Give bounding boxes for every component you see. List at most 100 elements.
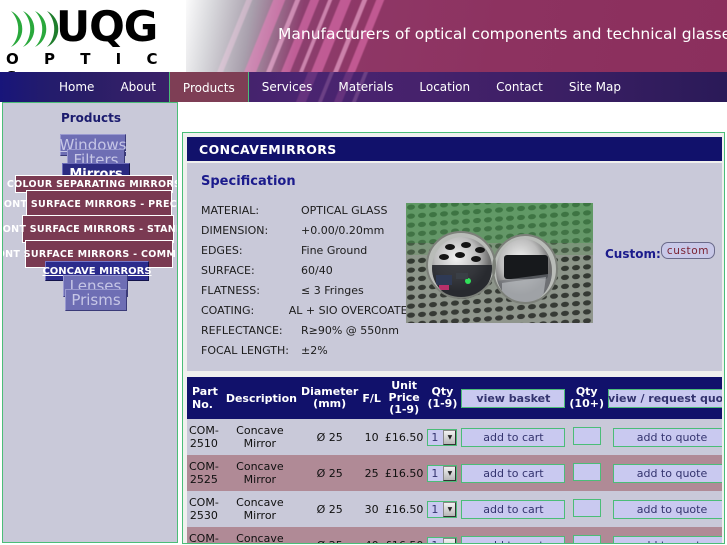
col-unit-price: Unit Price (1-9) (382, 377, 426, 419)
qty-value: 1 (431, 430, 439, 444)
nav-item-location[interactable]: Location (406, 72, 483, 102)
col-unit-price-line1: Unit Price (388, 379, 420, 404)
cell-add-to-cart: add to cart (459, 419, 568, 455)
cell-diameter: Ø 25 (298, 419, 361, 455)
cell-part-no: COM- 2510 (187, 419, 221, 455)
main-content: CONCAVEMIRRORS Specification MATERIAL: O… (182, 132, 725, 544)
cell-fl: 25 (360, 455, 383, 491)
cell-qty-bulk (567, 419, 606, 455)
nav-item-products[interactable]: Products (168, 72, 249, 102)
add-to-quote-button[interactable]: add to quote (613, 535, 722, 543)
spec-key: FOCAL LENGTH: (201, 343, 289, 357)
cell-qty-bulk (567, 455, 606, 491)
specification-heading: Specification (201, 174, 296, 189)
spec-value: R≥90% @ 550nm (301, 323, 399, 337)
table-row: COM- 2540 Concave Mirror Ø 25 40 £16.50 … (187, 527, 722, 543)
add-to-cart-button[interactable]: add to cart (461, 499, 566, 519)
spec-key: REFLECTANCE: (201, 323, 283, 337)
cell-qty-select: 1 ▼ (425, 419, 460, 455)
logo-subtext: O P T I C S (6, 50, 168, 72)
products-sidebar: Products Windows Filters Mirrors COLOUR … (2, 102, 178, 543)
qty-dropdown[interactable]: 1 ▼ (427, 500, 458, 518)
spec-value: ≤ 3 Fringes (301, 283, 364, 297)
cell-diameter: Ø 25 (298, 491, 361, 527)
cell-qty-bulk (567, 491, 606, 527)
add-to-cart-button[interactable]: add to cart (461, 535, 566, 543)
cell-unit-price: £16.50 (382, 491, 426, 527)
nav-item-about[interactable]: About (107, 72, 168, 102)
qty-dropdown[interactable]: 1 ▼ (427, 536, 458, 544)
nav-item-home[interactable]: Home (46, 72, 107, 102)
cell-add-to-cart: add to cart (459, 491, 568, 527)
qty-value: 1 (431, 539, 438, 544)
nav-item-contact[interactable]: Contact (483, 72, 556, 102)
nav-item-sitemap[interactable]: Site Map (556, 72, 634, 102)
chevron-down-icon[interactable]: ▼ (443, 429, 457, 445)
add-to-quote-button[interactable]: add to quote (613, 427, 722, 447)
table-header-row: Part No. Description Diameter (mm) F/L U… (187, 377, 722, 419)
table-row: COM- 2530 Concave Mirror Ø 25 30 £16.50 … (187, 491, 722, 527)
spec-value: +0.00/0.20mm (301, 223, 385, 237)
col-qty-small-line2: (1-9) (427, 397, 458, 410)
add-to-quote-button[interactable]: add to quote (613, 499, 722, 519)
view-request-quote-button[interactable]: view / request quote (608, 388, 722, 408)
qty-dropdown[interactable]: 1 ▼ (427, 464, 458, 482)
cell-part-no: COM- 2530 (187, 491, 221, 527)
table-row: COM- 2510 Concave Mirror Ø 25 10 £16.50 … (187, 419, 722, 455)
chevron-down-icon[interactable]: ▼ (443, 537, 457, 543)
cell-qty-select: 1 ▼ (425, 491, 460, 527)
spec-key: DIMENSION: (201, 223, 269, 237)
spec-key: EDGES: (201, 243, 243, 257)
custom-button[interactable]: custom (661, 242, 715, 259)
page-title: CONCAVEMIRRORS (187, 137, 722, 161)
qty-bulk-input[interactable] (572, 534, 601, 543)
custom-label: Custom: (605, 247, 661, 261)
spec-key: MATERIAL: (201, 203, 260, 217)
spec-row: SURFACE: 60/40 (201, 260, 416, 280)
cell-diameter: Ø 25 (298, 527, 361, 543)
cell-add-to-quote: add to quote (606, 491, 722, 527)
col-qty-bulk-line2: (10+) (569, 397, 604, 410)
table-row: COM- 2525 Concave Mirror Ø 25 25 £16.50 … (187, 455, 722, 491)
cell-description: Concave Mirror (220, 419, 299, 455)
cell-add-to-cart: add to cart (459, 455, 568, 491)
qty-dropdown[interactable]: 1 ▼ (427, 428, 458, 446)
site-logo[interactable]: UQG O P T I C S (0, 0, 186, 72)
spec-row: COATING: AL + SIO OVERCOATED (201, 300, 416, 320)
sidebar-item-prisms[interactable]: Prisms (65, 289, 127, 311)
spec-row: EDGES: Fine Ground (201, 240, 416, 260)
site-banner: UQG O P T I C S Manufacturers of optical… (0, 0, 727, 72)
cell-part-no: COM- 2525 (187, 455, 221, 491)
qty-value: 1 (431, 502, 439, 516)
spec-row: MATERIAL: OPTICAL GLASS (201, 200, 416, 220)
cell-fl: 30 (360, 491, 383, 527)
nav-item-materials[interactable]: Materials (325, 72, 406, 102)
specification-list: MATERIAL: OPTICAL GLASS DIMENSION: +0.00… (201, 200, 416, 360)
spec-value: ±2% (301, 343, 328, 357)
chevron-down-icon[interactable]: ▼ (443, 465, 457, 481)
cell-unit-price: £16.50 (382, 419, 426, 455)
spec-value: AL + SIO OVERCOATED (288, 303, 416, 317)
cell-unit-price: £16.50 (382, 527, 426, 543)
sidebar-item-front-surface-mirrors-precision[interactable]: FRONT SURFACE MIRRORS - PRECISION (3, 190, 177, 218)
chevron-down-icon[interactable]: ▼ (443, 501, 457, 517)
spec-row: FLATNESS: ≤ 3 Fringes (201, 280, 416, 300)
qty-bulk-input[interactable] (572, 462, 601, 481)
page-root: UQG O P T I C S Manufacturers of optical… (0, 0, 727, 545)
spec-key: FLATNESS: (201, 283, 260, 297)
sidebar-item-front-surface-mirrors-standard[interactable]: FRONT SURFACE MIRRORS - STANDARD (3, 215, 177, 243)
add-to-cart-button[interactable]: add to cart (461, 463, 566, 483)
add-to-quote-button[interactable]: add to quote (613, 463, 722, 483)
view-basket-button[interactable]: view basket (461, 388, 566, 408)
nav-item-services[interactable]: Services (249, 72, 326, 102)
col-qty-bulk: Qty (10+) (567, 377, 606, 419)
add-to-cart-button[interactable]: add to cart (461, 427, 566, 447)
qty-bulk-input[interactable] (572, 426, 601, 445)
product-table: Part No. Description Diameter (mm) F/L U… (187, 377, 722, 543)
cell-qty-select: 1 ▼ (425, 527, 460, 544)
nav-item-list: Home About Products Services Materials L… (46, 72, 634, 102)
qty-bulk-input[interactable] (572, 498, 601, 517)
product-table-head: Part No. Description Diameter (mm) F/L U… (187, 377, 722, 419)
col-description: Description (220, 377, 299, 419)
sidebar-title: Products (60, 111, 122, 125)
